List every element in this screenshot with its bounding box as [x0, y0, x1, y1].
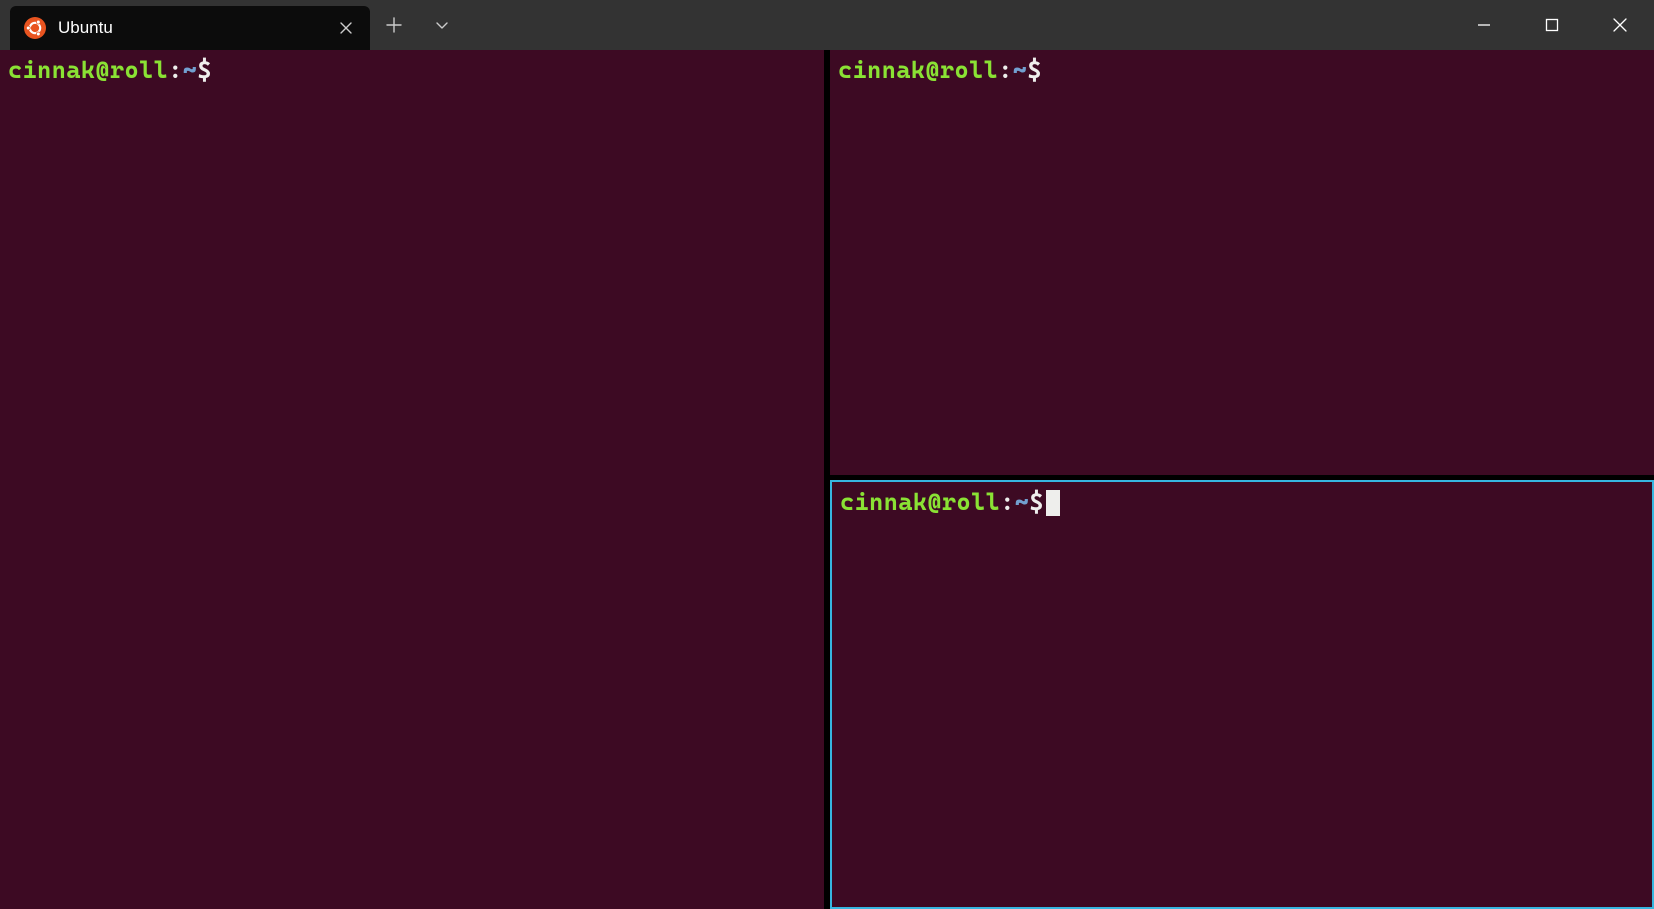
tab-close-button[interactable] — [336, 18, 356, 38]
prompt-symbol: $ — [1029, 488, 1044, 516]
minimize-icon — [1477, 18, 1491, 32]
titlebar-drag-area[interactable] — [466, 0, 1450, 50]
chevron-down-icon — [434, 17, 450, 33]
pane-right-top[interactable]: cinnak@roll:~$ — [830, 50, 1654, 475]
close-icon — [1613, 18, 1627, 32]
window-controls — [1450, 0, 1654, 50]
new-tab-button[interactable] — [370, 0, 418, 50]
maximize-button[interactable] — [1518, 0, 1586, 50]
minimize-button[interactable] — [1450, 0, 1518, 50]
prompt-line: cinnak@roll:~$ — [830, 50, 1654, 91]
prompt-symbol: $ — [1027, 56, 1042, 84]
ubuntu-logo-icon — [24, 17, 46, 39]
pane-right-group: cinnak@roll:~$ cinnak@roll:~$ — [830, 50, 1654, 909]
tab-strip: Ubuntu — [0, 0, 370, 50]
tab-label: Ubuntu — [58, 18, 324, 38]
prompt-symbol: $ — [197, 56, 212, 84]
prompt-cwd: ~ — [1013, 56, 1028, 84]
maximize-icon — [1545, 18, 1559, 32]
close-icon — [340, 22, 352, 34]
prompt-user-host: cinnak@roll — [838, 56, 998, 84]
window-close-button[interactable] — [1586, 0, 1654, 50]
prompt-cwd: ~ — [1015, 488, 1030, 516]
pane-left[interactable]: cinnak@roll:~$ — [0, 50, 830, 909]
prompt-colon: : — [168, 56, 183, 84]
pane-right-bottom[interactable]: cinnak@roll:~$ — [830, 480, 1654, 909]
prompt-line: cinnak@roll:~$ — [0, 50, 824, 91]
tab-ubuntu[interactable]: Ubuntu — [10, 6, 370, 50]
terminal-window: Ubuntu — [0, 0, 1654, 909]
text-cursor — [1046, 490, 1060, 516]
plus-icon — [386, 17, 402, 33]
prompt-user-host: cinnak@roll — [8, 56, 168, 84]
prompt-cwd: ~ — [183, 56, 198, 84]
titlebar: Ubuntu — [0, 0, 1654, 50]
prompt-colon: : — [1000, 488, 1015, 516]
tab-dropdown-button[interactable] — [418, 0, 466, 50]
terminal-panes: cinnak@roll:~$ cinnak@roll:~$ cinnak@rol… — [0, 50, 1654, 909]
prompt-colon: : — [998, 56, 1013, 84]
prompt-line: cinnak@roll:~$ — [832, 482, 1652, 523]
prompt-user-host: cinnak@roll — [840, 488, 1000, 516]
